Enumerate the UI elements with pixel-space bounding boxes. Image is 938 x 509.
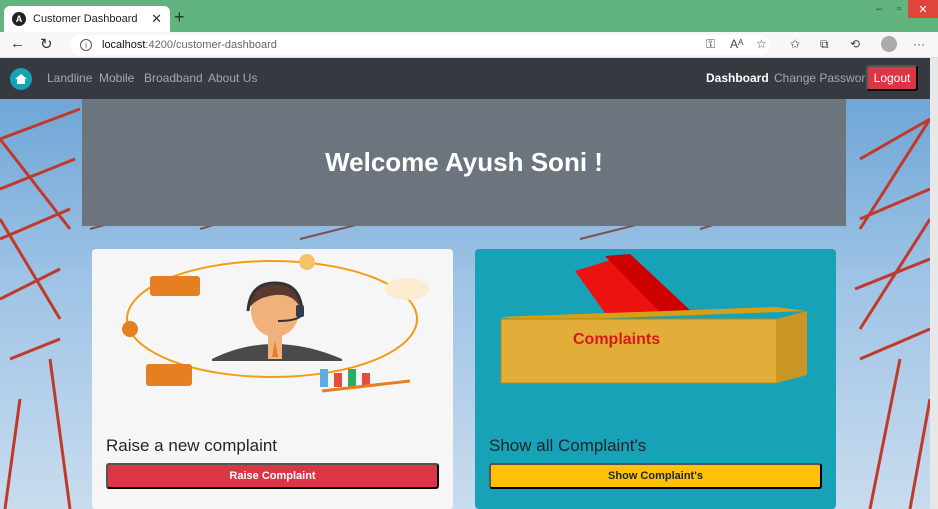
raise-complaint-title: Raise a new complaint bbox=[106, 436, 278, 455]
window-close-icon[interactable]: ✕ bbox=[908, 0, 938, 18]
collections-icon[interactable]: ⧉ bbox=[820, 37, 829, 52]
nav-dashboard[interactable]: Dashboard bbox=[706, 71, 769, 85]
raise-complaint-card: Raise a new complaint Raise Complaint bbox=[92, 249, 453, 509]
nav-mobile[interactable]: Mobile bbox=[99, 71, 134, 85]
url-path: :4200/customer-dashboard bbox=[145, 39, 277, 51]
back-icon[interactable]: ← bbox=[10, 35, 25, 52]
nav-change-password[interactable]: Change Password bbox=[774, 71, 872, 85]
raise-complaint-button[interactable]: Raise Complaint bbox=[106, 463, 439, 489]
key-icon[interactable]: ⚿ bbox=[706, 37, 715, 52]
home-icon[interactable] bbox=[10, 68, 32, 90]
maximize-icon[interactable]: ▫ bbox=[890, 0, 908, 18]
info-icon[interactable]: i bbox=[80, 39, 92, 51]
angular-icon: A bbox=[12, 12, 26, 26]
profile-avatar[interactable] bbox=[881, 36, 897, 52]
app-navbar: Landline Mobile Broadband About Us Dashb… bbox=[0, 58, 930, 99]
nav-about-us[interactable]: About Us bbox=[208, 71, 257, 85]
customer-support-illustration bbox=[122, 254, 429, 393]
page-scrollbar[interactable] bbox=[930, 58, 938, 509]
nav-landline[interactable]: Landline bbox=[47, 71, 92, 85]
browser-tab[interactable]: A Customer Dashboard ✕ bbox=[4, 6, 170, 32]
new-tab-icon[interactable]: + bbox=[174, 8, 185, 26]
welcome-jumbotron: Welcome Ayush Soni ! bbox=[82, 99, 846, 226]
tab-close-icon[interactable]: ✕ bbox=[151, 11, 162, 27]
refresh-icon[interactable]: ↻ bbox=[40, 35, 53, 53]
logout-button[interactable]: Logout bbox=[866, 65, 918, 91]
more-icon[interactable]: ··· bbox=[913, 37, 925, 51]
minimize-icon[interactable]: – bbox=[870, 0, 888, 18]
favorites-icon[interactable]: ✩ bbox=[790, 37, 800, 51]
tab-title: Customer Dashboard bbox=[33, 13, 138, 25]
nav-broadband[interactable]: Broadband bbox=[144, 71, 203, 85]
url-host: localhost bbox=[102, 39, 146, 51]
show-complaints-card: Complaints Show all Complaint's Show Com… bbox=[475, 249, 836, 509]
read-aloud-icon[interactable]: Aᴬ bbox=[730, 37, 743, 51]
complaints-box-illustration: Complaints bbox=[499, 254, 807, 384]
url-input[interactable]: i localhost:4200/customer-dashboard bbox=[70, 35, 770, 55]
address-bar: ← ↻ i localhost:4200/customer-dashboard … bbox=[0, 32, 938, 58]
show-complaints-title: Show all Complaint's bbox=[489, 436, 647, 455]
welcome-heading: Welcome Ayush Soni ! bbox=[325, 147, 603, 177]
favorite-add-icon[interactable]: ☆ bbox=[756, 37, 767, 51]
history-icon[interactable]: ⟲ bbox=[850, 37, 860, 51]
show-complaints-button[interactable]: Show Complaint's bbox=[489, 463, 822, 489]
browser-tabstrip: A Customer Dashboard ✕ + – ▫ ✕ bbox=[0, 0, 938, 32]
complaints-box-label: Complaints bbox=[573, 331, 660, 348]
